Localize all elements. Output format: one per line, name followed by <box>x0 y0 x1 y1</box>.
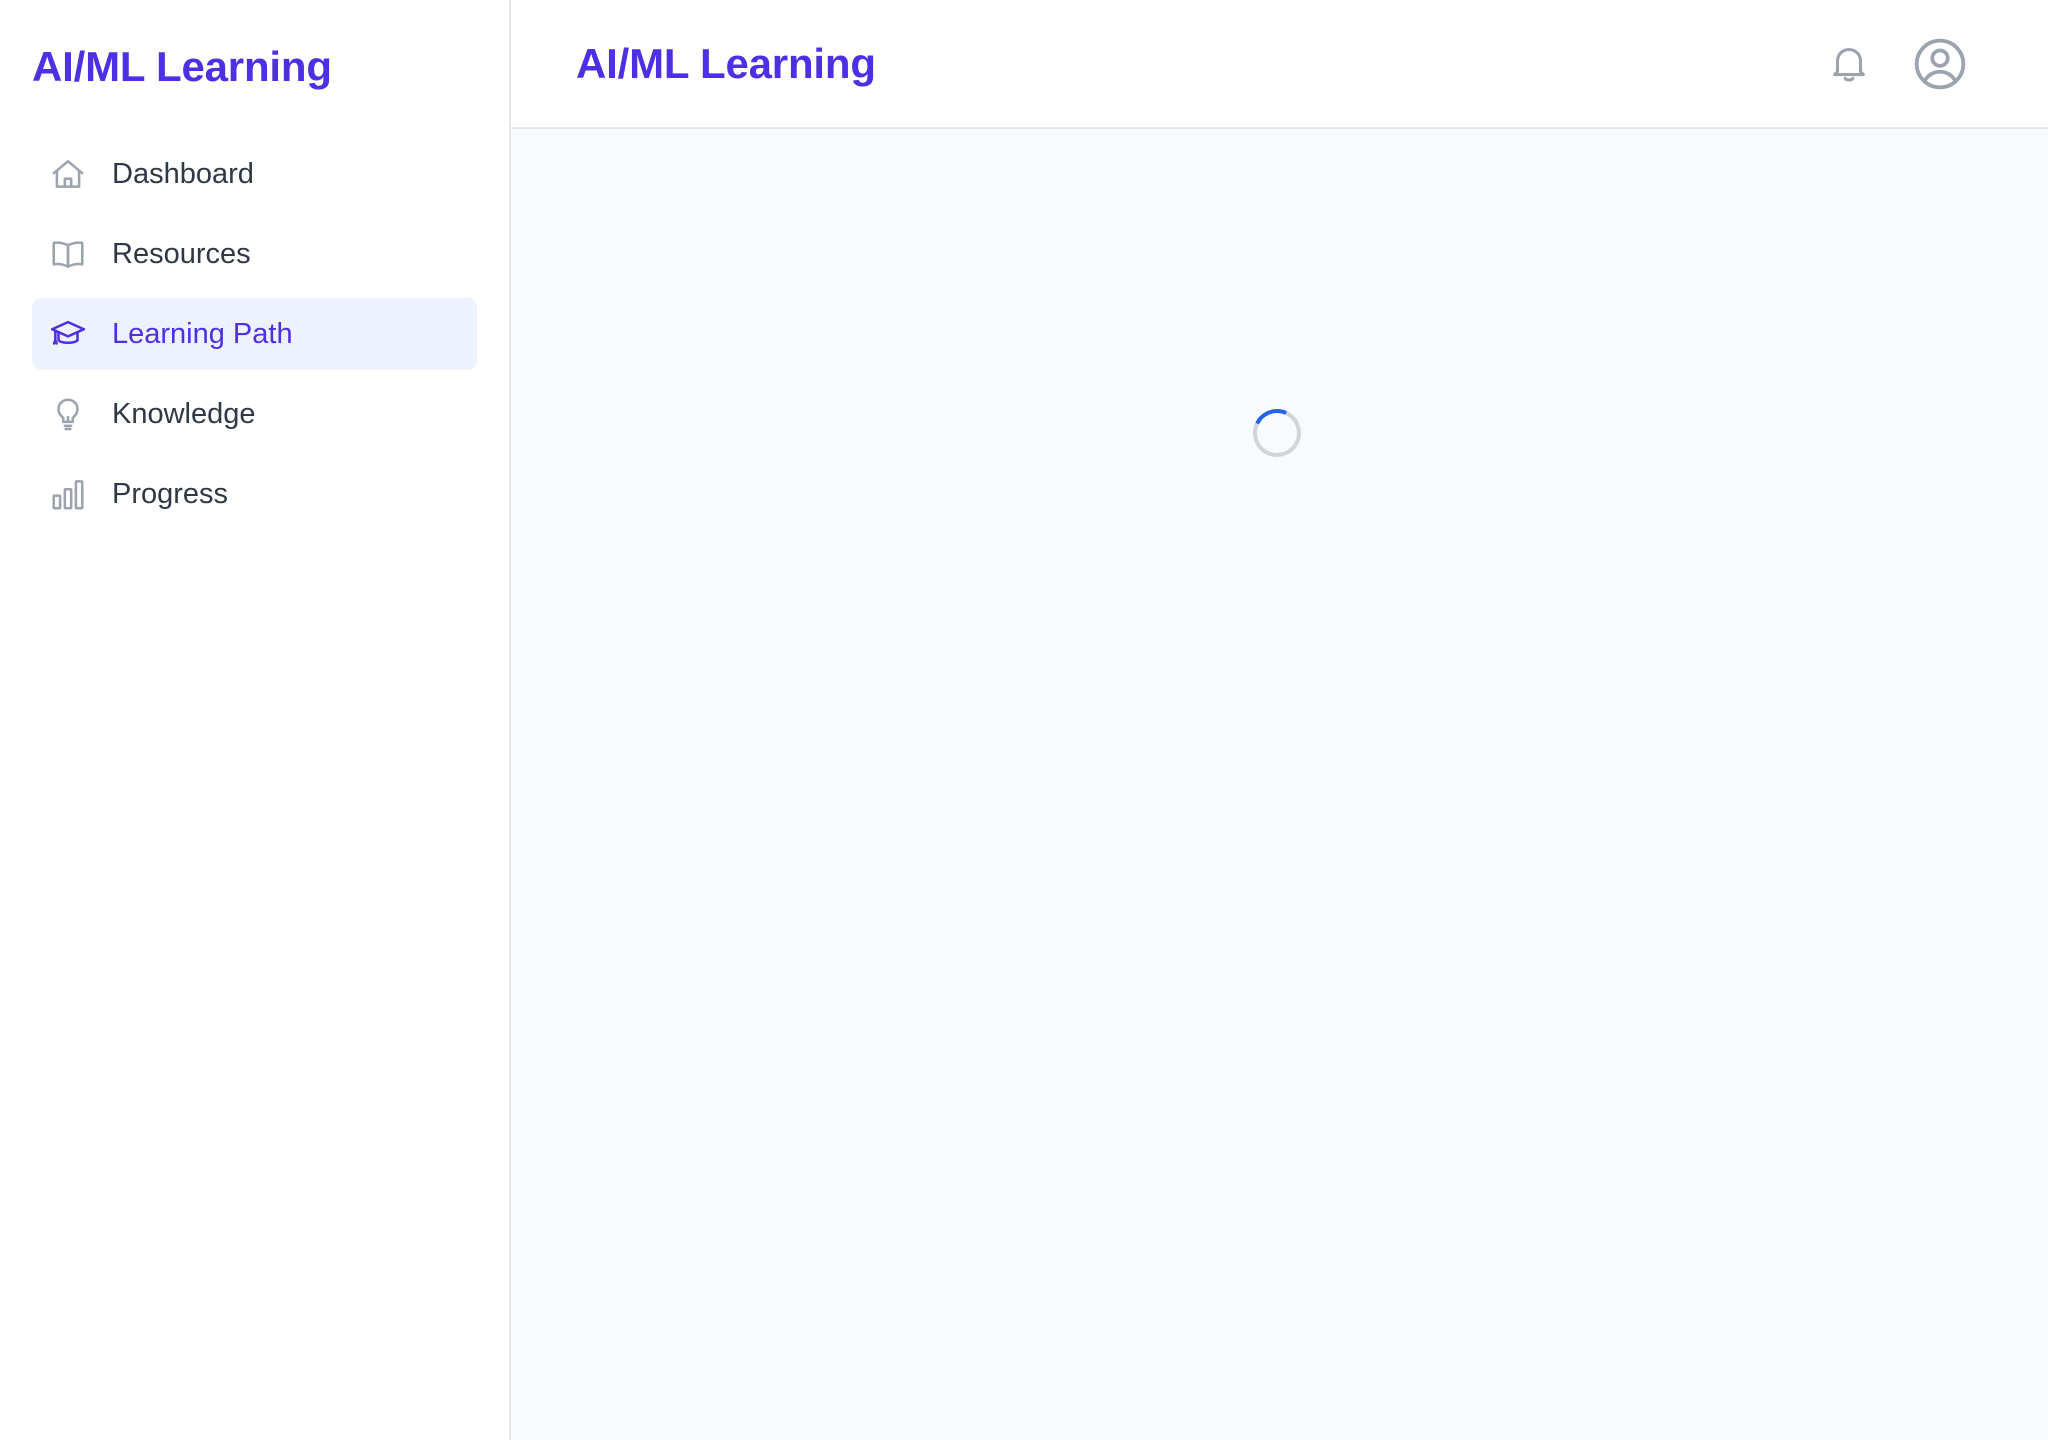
sidebar-item-knowledge[interactable]: Knowledge <box>32 378 477 450</box>
sidebar-item-progress[interactable]: Progress <box>32 458 477 530</box>
lightbulb-icon <box>48 394 88 434</box>
sidebar-item-resources[interactable]: Resources <box>32 218 477 290</box>
sidebar-item-label: Progress <box>112 477 229 510</box>
sidebar-item-label: Knowledge <box>112 397 256 430</box>
sidebar-brand[interactable]: AI/ML Learning <box>32 0 477 134</box>
main-content <box>511 129 2048 1440</box>
app-root: AI/ML Learning Dashboard Resources Learn… <box>0 0 2048 1440</box>
sidebar-item-dashboard[interactable]: Dashboard <box>32 138 477 210</box>
sidebar-item-learning-path[interactable]: Learning Path <box>32 298 477 370</box>
header-actions <box>1826 36 1968 92</box>
sidebar-nav: Dashboard Resources Learning Path Knowle… <box>32 138 477 530</box>
sidebar-item-label: Learning Path <box>112 317 293 350</box>
sidebar: AI/ML Learning Dashboard Resources Learn… <box>0 0 511 1440</box>
graduation-cap-icon <box>48 314 88 354</box>
bell-icon <box>1833 47 1865 81</box>
profile-button[interactable] <box>1912 36 1968 92</box>
notifications-button[interactable] <box>1826 41 1872 87</box>
top-header: AI/ML Learning <box>511 0 2048 129</box>
sidebar-item-label: Resources <box>112 237 251 270</box>
home-icon <box>48 154 88 194</box>
bar-chart-icon <box>48 474 88 514</box>
spinner-icon <box>1246 402 1308 464</box>
page-title: AI/ML Learning <box>576 39 876 87</box>
sidebar-item-label: Dashboard <box>112 157 254 190</box>
book-open-icon <box>48 234 88 274</box>
user-circle-icon <box>1914 38 1966 89</box>
main-area: AI/ML Learning <box>511 0 2048 1440</box>
